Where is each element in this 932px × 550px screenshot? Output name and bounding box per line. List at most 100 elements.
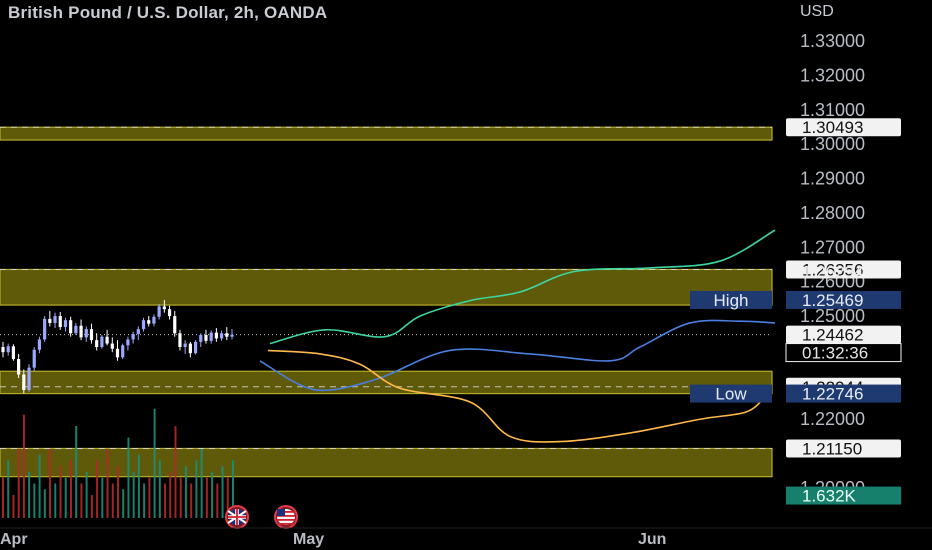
y-tick-label: 1.22000 (800, 409, 865, 429)
event-flags[interactable] (225, 505, 298, 529)
y-tick-label: 1.31000 (800, 100, 865, 120)
supply-demand-zones (0, 126, 773, 478)
zone-2 (0, 268, 773, 306)
candle-body (43, 318, 47, 340)
candle-body (162, 306, 166, 310)
candle-body (183, 343, 187, 348)
candle-body (32, 349, 36, 368)
projection-curves (259, 229, 776, 443)
candle-body (100, 336, 104, 348)
candle-body (152, 316, 156, 324)
candle-body (209, 332, 213, 341)
candle-body (204, 334, 208, 341)
candle-body (115, 348, 120, 358)
volume-bar (2, 477, 4, 518)
candle-body (126, 339, 130, 346)
volume-bar (75, 426, 78, 518)
volume-bar (28, 472, 31, 518)
volume-bar (221, 466, 224, 518)
price-tag-value: 1.22746 (802, 385, 863, 404)
zone-3 (0, 370, 773, 395)
volume-bar (148, 477, 151, 518)
price-tag-label: Low (715, 385, 747, 404)
volume-bar (85, 472, 88, 518)
volume-tag-value: 1.632K (802, 487, 857, 506)
candle-body (219, 333, 224, 339)
volume-bar (184, 466, 187, 518)
candle-body (17, 359, 21, 375)
candle-body (58, 316, 62, 328)
candle-body (69, 320, 73, 334)
candle-body (225, 333, 229, 337)
volume-bar (132, 472, 135, 518)
volume-bar (164, 483, 167, 518)
candle-body (147, 320, 151, 324)
candle-body (199, 334, 203, 342)
candle-body (74, 325, 78, 334)
volume-bar (69, 460, 72, 518)
candle-body (230, 334, 234, 337)
volume-bar (195, 460, 198, 518)
volume-bar (106, 449, 109, 518)
candle-body (141, 320, 146, 330)
volume-bar (153, 408, 156, 518)
countdown-text: 01:32:36 (802, 344, 868, 363)
price-tag-value: 1.24462 (802, 326, 863, 345)
candle-body (79, 325, 83, 338)
candle-body (6, 346, 10, 353)
volume-bar (158, 460, 161, 518)
volume-bar (22, 414, 25, 518)
volume-bar (117, 466, 119, 518)
volume-bar (179, 477, 182, 518)
gb-flag-icon[interactable] (225, 505, 249, 529)
candle-body (1, 347, 5, 353)
x-tick-label: Jun (638, 531, 666, 548)
x-tick-label: Apr (0, 531, 28, 548)
price-tag: Low 1.22746 (690, 384, 901, 404)
chart-title: British Pound / U.S. Dollar, 2h, OANDA (8, 3, 328, 22)
candle-body (167, 309, 172, 317)
candle-body (110, 343, 114, 349)
volume-bar (33, 483, 36, 518)
volume-bar (64, 477, 67, 518)
x-tick-label: May (293, 531, 324, 548)
candle-body (11, 346, 16, 360)
price-tag-value: 1.25469 (802, 291, 863, 310)
candle-body (105, 336, 109, 344)
volume-bar (80, 483, 83, 518)
price-tag: 1.2446201:32:36 (785, 325, 902, 363)
us-flag-icon[interactable] (274, 505, 298, 529)
price-tag-value: 1.26294 (802, 263, 863, 282)
volume-bar (38, 454, 41, 518)
volume-bar (190, 483, 193, 518)
projection-curve-3 (267, 349, 763, 443)
zone-4 (0, 447, 773, 478)
candle-body (84, 329, 88, 338)
currency-label: USD (800, 3, 834, 20)
time-axis[interactable]: Apr May Jun (0, 527, 932, 548)
price-tag-label: High (714, 291, 749, 310)
volume-bar (127, 437, 130, 518)
volume-bar (59, 466, 62, 518)
price-tags: 1.304931.263561.26294High 1.254691.244620… (690, 118, 902, 506)
volume-bar (17, 449, 20, 518)
volume-bar (43, 489, 46, 518)
price-tag-value: 1.30493 (802, 118, 863, 137)
y-tick-label: 1.32000 (800, 65, 865, 85)
volume-bar (111, 483, 114, 518)
candle-body (27, 367, 31, 391)
price-tag: 1.26294 (802, 263, 863, 282)
candle-body (89, 329, 94, 341)
candle-body (48, 318, 52, 323)
candle-body (193, 341, 198, 354)
volume-bar (169, 472, 172, 518)
volume-bar (7, 460, 10, 518)
candle-body (173, 316, 177, 334)
zone-1 (0, 126, 773, 141)
volume-bar (200, 449, 203, 518)
price-tag-value: 1.21150 (802, 439, 862, 458)
y-tick-label: 1.27000 (800, 237, 865, 257)
candle-body (63, 320, 68, 328)
price-chart[interactable]: 1.330001.320001.310001.300001.290001.280… (0, 0, 932, 550)
volume-bar (216, 483, 219, 518)
